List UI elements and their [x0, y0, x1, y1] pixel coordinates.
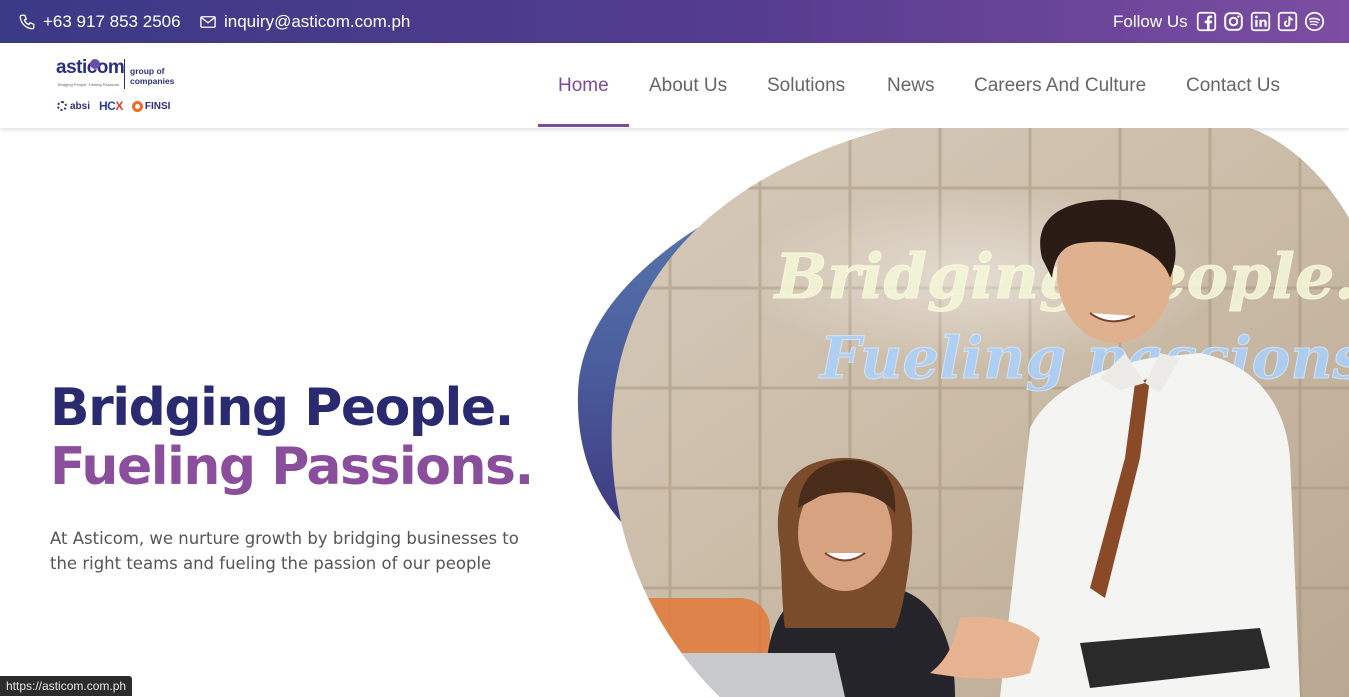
absi-label: absi — [70, 100, 91, 112]
absi-mark-icon — [57, 101, 67, 111]
hero-image: Bridging people. Fueling passions. — [577, 128, 1349, 697]
site-header: asticom Bridging People. Fueling Passion… — [0, 43, 1349, 128]
instagram-icon[interactable] — [1223, 11, 1244, 32]
hcx-logo: HCX — [99, 99, 123, 113]
sub-brand-logos: absi HCX FINSI — [57, 99, 170, 113]
phone-contact[interactable]: +63 917 853 2506 — [18, 0, 181, 43]
logo-accent-dot — [90, 59, 100, 69]
mail-icon — [199, 13, 217, 31]
logo-group-line2: companies — [130, 76, 175, 86]
logo-tagline: Bridging People. Fueling Passions. — [58, 82, 121, 87]
asticom-logo[interactable]: asticom Bridging People. Fueling Passion… — [56, 57, 191, 119]
finsi-mark-icon — [131, 100, 143, 112]
nav-careers-and-culture[interactable]: Careers And Culture — [974, 43, 1146, 128]
hero-title-line2: Fueling Passions. — [50, 437, 534, 497]
nav-about-us[interactable]: About Us — [649, 43, 727, 128]
follow-us-label: Follow Us — [1113, 11, 1188, 31]
hero-title-line1: Bridging People. — [50, 378, 514, 438]
nav-solutions[interactable]: Solutions — [767, 43, 845, 128]
logo-group-line1: group of — [130, 66, 165, 76]
email-address: inquiry@asticom.com.ph — [224, 11, 411, 31]
finsi-logo: FINSI — [131, 100, 171, 112]
status-bar-url: https://asticom.com.ph — [0, 676, 133, 696]
phone-number: +63 917 853 2506 — [43, 11, 181, 31]
spotify-icon[interactable] — [1304, 11, 1325, 32]
nav-news[interactable]: News — [887, 43, 935, 128]
logo-divider — [124, 59, 125, 89]
hcx-label-x: X — [115, 99, 123, 113]
facebook-icon[interactable] — [1196, 11, 1217, 32]
linkedin-icon[interactable] — [1250, 11, 1271, 32]
hcx-label-hc: HC — [99, 99, 116, 113]
nav-active-indicator — [538, 124, 629, 127]
finsi-label: FINSI — [144, 100, 171, 112]
absi-logo: absi — [57, 101, 90, 112]
tiktok-icon[interactable] — [1277, 11, 1298, 32]
email-contact[interactable]: inquiry@asticom.com.ph — [199, 0, 410, 43]
top-contact-bar: +63 917 853 2506 inquiry@asticom.com.ph … — [0, 0, 1349, 43]
hero-subtitle: At Asticom, we nurture growth by bridgin… — [50, 529, 519, 573]
logo-group-text: group of companies — [130, 66, 174, 86]
nav-home[interactable]: Home — [558, 43, 609, 128]
phone-icon — [18, 13, 36, 31]
nav-contact-us[interactable]: Contact Us — [1186, 43, 1280, 128]
